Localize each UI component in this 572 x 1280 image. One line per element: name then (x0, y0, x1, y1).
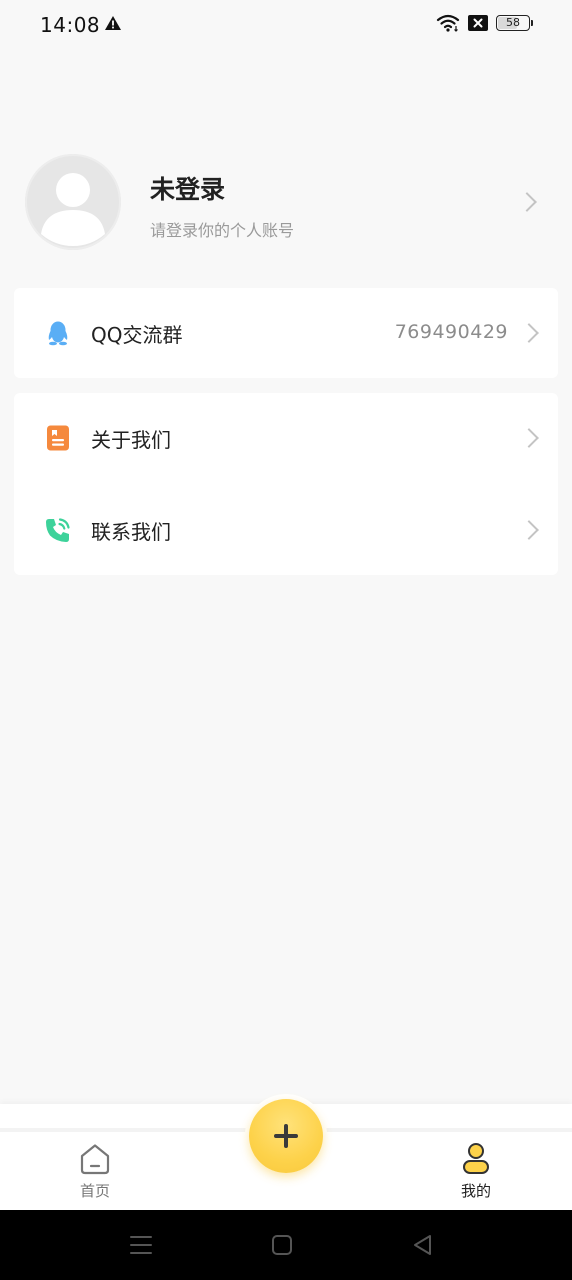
document-icon (47, 425, 69, 451)
contact-us-label: 联系我们 (91, 520, 171, 544)
phone-icon (46, 518, 70, 542)
qq-group-label: QQ交流群 (91, 323, 183, 347)
tab-home-label: 首页 (79, 1182, 110, 1200)
user-placeholder-icon (25, 154, 121, 250)
login-title: 未登录 (150, 175, 226, 204)
add-button[interactable] (249, 1099, 323, 1173)
tab-home[interactable]: 首页 (55, 1142, 135, 1206)
qq-group-number: 769490429 (394, 321, 508, 343)
qq-group-card: QQ交流群 769490429 (14, 288, 558, 378)
system-navigation-bar (0, 1210, 572, 1280)
chevron-right-icon (519, 323, 539, 343)
about-us-row[interactable]: 关于我们 (14, 393, 558, 483)
home-icon (80, 1144, 110, 1175)
qq-icon (48, 321, 68, 346)
chevron-right-icon (519, 428, 539, 448)
tab-mine-label: 我的 (460, 1182, 491, 1200)
screen: 14:08 58 未登录 请登录你的个人账号 QQ交流群 769490429 关… (0, 0, 572, 1280)
login-subtitle: 请登录你的个人账号 (150, 221, 295, 240)
tab-mine[interactable]: 我的 (436, 1142, 516, 1206)
battery-level: 58 (506, 16, 520, 29)
info-card: 关于我们 联系我们 (14, 393, 558, 575)
no-sim-icon (468, 15, 488, 31)
menu-icon[interactable] (128, 1232, 154, 1258)
back-icon[interactable] (410, 1232, 436, 1258)
warning-icon (105, 16, 121, 30)
home-square-icon[interactable] (269, 1232, 295, 1258)
qq-group-row[interactable]: QQ交流群 769490429 (14, 288, 558, 378)
wifi-icon (436, 14, 460, 32)
user-icon (463, 1143, 489, 1174)
about-us-label: 关于我们 (91, 428, 171, 452)
status-icons: 58 (436, 14, 533, 32)
chevron-right-icon (517, 192, 537, 212)
contact-us-row[interactable]: 联系我们 (14, 485, 558, 575)
avatar[interactable] (25, 154, 121, 250)
profile-header[interactable]: 未登录 请登录你的个人账号 (0, 150, 572, 256)
status-time: 14:08 (40, 13, 101, 37)
battery-icon: 58 (496, 15, 533, 31)
chevron-right-icon (519, 520, 539, 540)
status-bar: 14:08 58 (0, 0, 572, 52)
